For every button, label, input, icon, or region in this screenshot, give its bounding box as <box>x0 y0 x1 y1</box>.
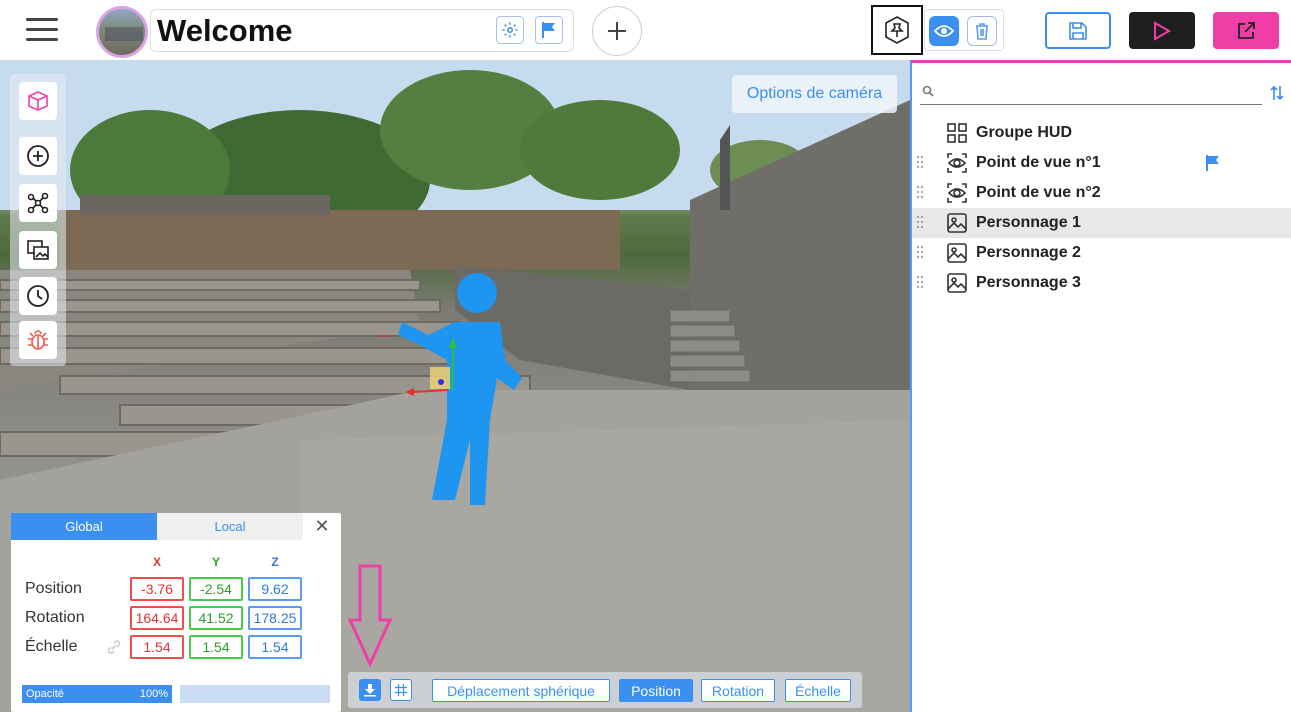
add-scene-button[interactable] <box>592 6 642 56</box>
tree-item-label: Personnage 1 <box>976 214 1081 231</box>
tree-item-personnage-2[interactable]: Personnage 2 <box>912 238 1291 268</box>
trash-icon <box>976 23 988 40</box>
drag-handle-icon[interactable] <box>917 186 925 200</box>
opacity-secondary-bar[interactable] <box>180 685 330 703</box>
eye-icon <box>934 25 954 37</box>
media-tool-button[interactable] <box>19 231 57 269</box>
image-icon <box>947 243 967 263</box>
mode-rotation[interactable]: Rotation <box>701 679 775 702</box>
mode-scale[interactable]: Échelle <box>785 679 851 702</box>
scene-thumbnail[interactable] <box>96 6 148 58</box>
link-icon[interactable] <box>106 639 122 655</box>
transform-panel: Global Local ✕ X Y Z Position -3.76 -2.5… <box>11 513 341 712</box>
object-tool-button[interactable] <box>19 82 57 120</box>
rotation-y-field[interactable]: 41.52 <box>189 606 243 630</box>
mode-spherical[interactable]: Déplacement sphérique <box>432 679 610 702</box>
drag-handle-icon[interactable] <box>917 156 925 170</box>
axis-z-label: Z <box>271 555 279 569</box>
image-icon <box>947 273 967 293</box>
scale-y-field[interactable]: 1.54 <box>189 635 243 659</box>
visibility-group <box>924 9 1004 51</box>
scale-x-field[interactable]: 1.54 <box>130 635 184 659</box>
drag-handle-icon[interactable] <box>917 246 925 260</box>
scene-settings-button[interactable] <box>496 16 524 44</box>
rotation-z-field[interactable]: 178.25 <box>248 606 302 630</box>
tree-item-label: Personnage 2 <box>976 244 1081 261</box>
flag-icon <box>1206 155 1219 171</box>
sort-icon[interactable] <box>1270 85 1284 101</box>
position-z-field[interactable]: 9.62 <box>248 577 302 601</box>
start-flag-button[interactable] <box>535 16 563 44</box>
save-button[interactable] <box>1045 12 1111 49</box>
drop-to-floor-button[interactable] <box>359 679 381 701</box>
close-icon[interactable]: ✕ <box>311 516 333 538</box>
tree-item-personnage-3[interactable]: Personnage 3 <box>912 268 1291 298</box>
gear-icon <box>502 22 518 38</box>
grid-toggle-button[interactable] <box>390 679 412 701</box>
visibility-button[interactable] <box>929 16 959 46</box>
bug-icon <box>28 330 48 350</box>
scale-label: Échelle <box>25 638 78 655</box>
search-input[interactable] <box>920 81 1262 105</box>
tree-item-groupe-hud[interactable]: Groupe HUD <box>912 118 1291 148</box>
tree-item-label: Point de vue n°1 <box>976 154 1101 171</box>
export-button[interactable] <box>1213 12 1279 49</box>
menu-icon[interactable] <box>26 18 58 42</box>
left-toolbar <box>10 74 66 366</box>
tab-global[interactable]: Global <box>11 513 157 540</box>
opacity-label: Opacité <box>26 688 64 700</box>
transform-mode-bar: Déplacement sphérique Position Rotation … <box>348 672 862 708</box>
tree-item-label: Personnage 3 <box>976 274 1081 291</box>
viewpoint-icon <box>947 153 967 173</box>
scene-viewport[interactable]: Options de caméra Global Local ✕ X Y Z P… <box>0 60 910 712</box>
play-icon <box>1154 20 1171 41</box>
save-icon <box>1069 21 1087 40</box>
flag-icon <box>542 22 555 38</box>
scene-title: Welcome <box>157 13 293 48</box>
rotation-label: Rotation <box>25 609 85 626</box>
delete-button[interactable] <box>967 16 997 46</box>
camera-options-button[interactable]: Options de caméra <box>732 75 897 113</box>
tree-item-label: Groupe HUD <box>976 124 1072 141</box>
drag-handle-icon[interactable] <box>917 276 925 290</box>
debug-tool-button[interactable] <box>19 321 57 359</box>
scene-title-box[interactable]: Welcome <box>150 9 574 52</box>
tree-item-personnage-1[interactable]: Personnage 1 <box>912 208 1291 238</box>
media-icon <box>27 240 49 260</box>
image-icon <box>947 213 967 233</box>
opacity-slider[interactable]: Opacité 100% <box>22 685 172 703</box>
tree-item-label: Point de vue n°2 <box>976 184 1101 201</box>
tree-item-point-de-vue-1[interactable]: Point de vue n°1 <box>912 148 1291 178</box>
add-tool-button[interactable] <box>19 137 57 175</box>
tree-item-point-de-vue-2[interactable]: Point de vue n°2 <box>912 178 1291 208</box>
external-link-icon <box>1238 21 1255 39</box>
play-button[interactable] <box>1129 12 1195 49</box>
axis-y-label: Y <box>211 555 220 569</box>
download-icon <box>364 684 376 697</box>
position-label: Position <box>25 580 82 597</box>
scene-tree-panel: Groupe HUD Point de vue n°1 Point de vue… <box>910 60 1291 712</box>
clock-icon <box>27 285 49 307</box>
drag-handle-icon[interactable] <box>917 216 925 230</box>
pin-icon <box>885 16 909 44</box>
position-y-field[interactable]: -2.54 <box>189 577 243 601</box>
scale-z-field[interactable]: 1.54 <box>248 635 302 659</box>
graph-tool-button[interactable] <box>19 184 57 222</box>
plus-circle-icon <box>27 145 49 167</box>
plus-icon <box>608 22 626 40</box>
tab-local[interactable]: Local <box>157 513 303 540</box>
nodes-icon <box>27 192 49 214</box>
top-bar: Welcome <box>0 0 1291 60</box>
opacity-value: 100% <box>139 688 168 700</box>
viewpoint-icon <box>947 183 967 203</box>
rotation-x-field[interactable]: 164.64 <box>130 606 184 630</box>
cube-icon <box>28 91 48 111</box>
grid-icon <box>947 123 967 143</box>
grid-icon <box>395 684 407 696</box>
mode-position[interactable]: Position <box>619 679 693 702</box>
axis-x-label: X <box>152 555 161 569</box>
pin-button[interactable] <box>871 5 923 55</box>
position-x-field[interactable]: -3.76 <box>130 577 184 601</box>
timeline-tool-button[interactable] <box>19 277 57 315</box>
